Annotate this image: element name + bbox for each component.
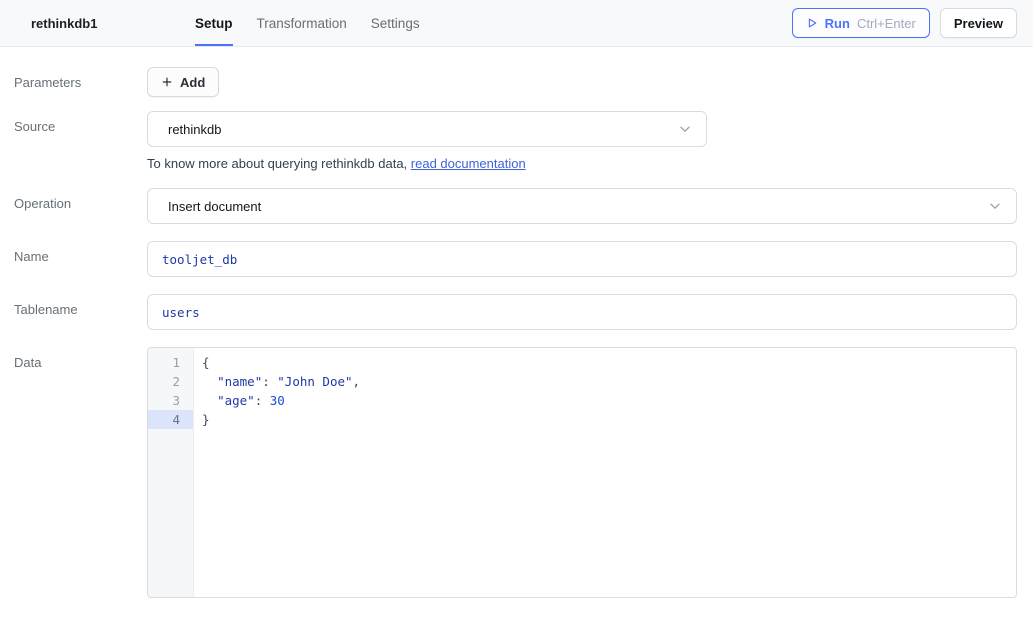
tablename-row: Tablename <box>14 294 1017 330</box>
operation-select-value: Insert document <box>168 199 261 214</box>
code-line[interactable]: { <box>202 353 1016 372</box>
tablename-label: Tablename <box>14 294 147 330</box>
parameters-label: Parameters <box>14 67 147 97</box>
parameters-row: Parameters Add <box>14 67 1017 97</box>
run-button[interactable]: Run Ctrl+Enter <box>792 8 930 38</box>
preview-button[interactable]: Preview <box>940 8 1017 38</box>
chevron-down-icon <box>678 122 692 136</box>
source-help-text: To know more about querying rethinkdb da… <box>147 156 1017 171</box>
run-button-label: Run <box>825 16 850 31</box>
code-line[interactable]: "name": "John Doe", <box>202 372 1016 391</box>
query-title: rethinkdb1 <box>31 0 195 46</box>
query-editor-header: rethinkdb1 Setup Transformation Settings… <box>0 0 1033 47</box>
editor-tabs: Setup Transformation Settings <box>195 0 420 46</box>
tab-settings[interactable]: Settings <box>371 0 420 46</box>
name-input[interactable] <box>147 241 1017 277</box>
line-number: 3 <box>148 391 193 410</box>
code-line[interactable]: } <box>202 410 1016 429</box>
data-label: Data <box>14 347 147 598</box>
run-shortcut-hint: Ctrl+Enter <box>857 16 916 31</box>
read-documentation-link[interactable]: read documentation <box>411 156 526 171</box>
topbar-actions: Run Ctrl+Enter Preview <box>792 0 1017 46</box>
tab-transformation[interactable]: Transformation <box>257 0 347 46</box>
chevron-down-icon <box>988 199 1002 213</box>
tab-setup[interactable]: Setup <box>195 0 233 46</box>
name-row: Name <box>14 241 1017 277</box>
source-select-value: rethinkdb <box>168 122 221 137</box>
add-parameter-button[interactable]: Add <box>147 67 219 97</box>
query-setup-panel: Parameters Add Source rethinkdb To know … <box>0 47 1033 598</box>
plus-icon <box>161 76 173 88</box>
data-code-editor[interactable]: 1234 { "name": "John Doe", "age": 30} <box>147 347 1017 598</box>
tablename-input[interactable] <box>147 294 1017 330</box>
source-help-prefix: To know more about querying rethinkdb da… <box>147 156 411 171</box>
preview-button-label: Preview <box>954 16 1003 31</box>
operation-row: Operation Insert document <box>14 188 1017 224</box>
data-row: Data 1234 { "name": "John Doe", "age": 3… <box>14 347 1017 598</box>
line-number: 4 <box>148 410 193 429</box>
code-line[interactable]: "age": 30 <box>202 391 1016 410</box>
line-number: 1 <box>148 353 193 372</box>
name-label: Name <box>14 241 147 277</box>
add-parameter-label: Add <box>180 75 205 90</box>
line-number: 2 <box>148 372 193 391</box>
editor-code[interactable]: { "name": "John Doe", "age": 30} <box>194 348 1016 597</box>
source-row: Source rethinkdb To know more about quer… <box>14 111 1017 171</box>
play-icon <box>806 17 818 29</box>
operation-select[interactable]: Insert document <box>147 188 1017 224</box>
source-select[interactable]: rethinkdb <box>147 111 707 147</box>
editor-gutter: 1234 <box>148 348 194 597</box>
source-label: Source <box>14 111 147 171</box>
operation-label: Operation <box>14 188 147 224</box>
